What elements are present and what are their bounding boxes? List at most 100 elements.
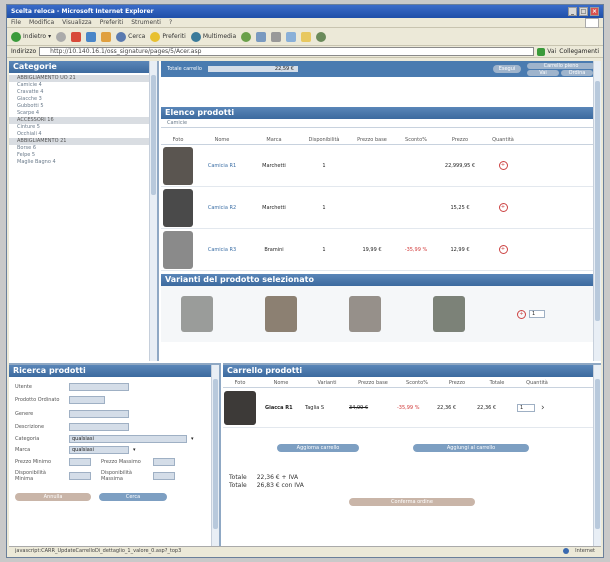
cart-qty-input[interactable]: 1 xyxy=(517,403,535,412)
category-item[interactable]: Cinture 5 xyxy=(9,124,157,131)
favorites-button[interactable]: Preferiti xyxy=(150,31,186,42)
add-quantity-icon[interactable]: + xyxy=(498,245,508,254)
ordered-product-input[interactable] xyxy=(69,396,105,404)
category-select[interactable]: qualsiasi xyxy=(69,434,187,443)
mail-icon[interactable] xyxy=(256,31,267,42)
product-row[interactable]: Camicia R1 Marchetti 1 22,999,95 € + xyxy=(161,145,601,187)
product-quantity-cell: + xyxy=(483,245,523,254)
search-reset-button[interactable]: Annulla xyxy=(15,493,91,501)
full-cart-button[interactable]: Carrello pieno xyxy=(527,62,595,69)
menu-help[interactable]: ? xyxy=(169,19,172,26)
product-column-header[interactable]: Sconto% xyxy=(395,137,437,143)
minimize-button[interactable]: _ xyxy=(568,7,577,16)
links-label[interactable]: Collegamenti xyxy=(559,48,599,55)
category-item[interactable]: Giacche 3 xyxy=(9,96,157,103)
menu-favorites[interactable]: Preferiti xyxy=(100,19,124,26)
folder-icon[interactable] xyxy=(301,31,312,42)
product-row[interactable]: Camicia R3 Bramini 1 19,99 € -35,99 % 12,99 €… xyxy=(161,229,601,271)
add-quantity-icon[interactable]: + xyxy=(498,161,508,170)
product-column-header[interactable]: Quantità xyxy=(483,137,523,143)
user-input[interactable] xyxy=(69,383,129,391)
category-item[interactable]: Borse 6 xyxy=(9,145,157,152)
add-to-cart-button[interactable]: Aggiungi al carrello xyxy=(413,444,529,452)
menu-edit[interactable]: Modifica xyxy=(29,19,54,26)
update-cart-button[interactable]: Aggiorna carrello xyxy=(277,444,359,452)
category-dropdown-icon[interactable]: ▾ xyxy=(191,436,194,442)
menu-file[interactable]: File xyxy=(11,19,21,26)
variant-photo[interactable] xyxy=(181,296,213,332)
star-icon xyxy=(150,31,161,42)
shirt-photo[interactable] xyxy=(163,146,193,185)
avail-min-input[interactable] xyxy=(69,471,91,480)
confirm-order-button[interactable]: Conferma ordine xyxy=(349,498,475,506)
product-column-header[interactable]: Disponibilità xyxy=(299,137,349,143)
add-quantity-icon[interactable]: + xyxy=(517,309,526,319)
category-item[interactable]: ABBIGLIAMENTO 21 xyxy=(9,138,157,145)
product-column-header[interactable]: Nome xyxy=(195,137,249,143)
refresh-icon[interactable] xyxy=(86,31,97,42)
go-cart-button[interactable]: Vai xyxy=(527,69,559,76)
execute-button[interactable]: Esegui xyxy=(493,65,521,73)
avail-max-input[interactable] xyxy=(153,471,175,480)
search-button[interactable]: Cerca xyxy=(116,31,145,42)
variant-qty-input[interactable]: 1 xyxy=(529,310,545,318)
category-item[interactable]: Scarpe 4 xyxy=(9,110,157,117)
search-submit-button[interactable]: Cerca xyxy=(99,493,167,501)
genre-label: Genere xyxy=(15,410,34,417)
menu-view[interactable]: Visualizza xyxy=(62,19,92,26)
product-price: 22,999,95 € xyxy=(444,162,476,169)
category-item[interactable]: Felpe 5 xyxy=(9,152,157,159)
forward-arrow-icon[interactable] xyxy=(56,31,67,42)
cart-column-header: Sconto% xyxy=(406,380,428,386)
stop-icon[interactable] xyxy=(71,31,82,42)
price-max-input[interactable] xyxy=(153,457,175,466)
home-icon[interactable] xyxy=(101,31,112,42)
cart-photo-cell xyxy=(223,390,257,425)
category-item[interactable]: Maglie Bagno 4 xyxy=(9,159,157,166)
back-button[interactable]: Indietro ▾ xyxy=(11,31,51,42)
product-column-header[interactable]: Prezzo xyxy=(437,137,483,143)
shirt-photo[interactable] xyxy=(163,188,193,227)
variant-photo[interactable] xyxy=(433,296,465,332)
category-item[interactable]: ABBIGLIAMENTO UO 21 xyxy=(9,75,157,82)
product-base-price: 19,99 € xyxy=(362,246,382,253)
brand-dropdown-icon[interactable]: ▾ xyxy=(133,447,136,453)
category-item[interactable]: Occhiali 4 xyxy=(9,131,157,138)
go-arrow-icon xyxy=(537,47,546,56)
price-min-input[interactable] xyxy=(69,457,91,466)
genre-input[interactable] xyxy=(69,409,129,418)
category-item[interactable]: Camicie 4 xyxy=(9,82,157,89)
description-input[interactable] xyxy=(69,422,129,431)
total-no-vat: 22,36 € + IVA xyxy=(256,474,299,481)
product-price: 15,25 € xyxy=(450,204,470,211)
cart-remove-icon[interactable]: › xyxy=(541,403,545,413)
close-button[interactable]: × xyxy=(590,7,599,16)
category-item[interactable]: Cravatte 4 xyxy=(9,89,157,96)
search-scrollbar[interactable] xyxy=(211,365,219,547)
shirt-photo[interactable] xyxy=(163,230,193,269)
messenger-icon[interactable] xyxy=(316,31,327,42)
category-item[interactable]: Gubbotti 5 xyxy=(9,103,157,110)
product-column-header[interactable]: Marca xyxy=(249,137,299,143)
menu-tools[interactable]: Strumenti xyxy=(131,19,161,26)
cart-scrollbar[interactable] xyxy=(593,365,601,547)
address-input[interactable]: http://10.140.16.1/oss_signature/pages/5… xyxy=(39,47,535,56)
total-label-vat: Totale xyxy=(229,482,247,489)
variant-photo[interactable] xyxy=(265,296,297,332)
product-column-header[interactable]: Foto xyxy=(161,137,195,143)
print-icon[interactable] xyxy=(271,31,282,42)
main-scrollbar[interactable] xyxy=(593,61,601,361)
categories-scrollbar[interactable] xyxy=(149,61,157,361)
edit-icon[interactable] xyxy=(286,31,297,42)
category-item[interactable]: ACCESSORI 16 xyxy=(9,117,157,124)
add-quantity-icon[interactable]: + xyxy=(498,203,508,212)
multimedia-button[interactable]: Multimedia xyxy=(190,31,236,42)
product-column-header[interactable]: Prezzo base xyxy=(349,137,395,143)
history-icon[interactable] xyxy=(241,31,252,42)
go-button[interactable]: Vai xyxy=(537,47,556,56)
variant-photo[interactable] xyxy=(349,296,381,332)
order-button[interactable]: Ordina xyxy=(561,69,593,76)
maximize-button[interactable]: □ xyxy=(579,7,588,16)
brand-select[interactable]: qualsiasi xyxy=(69,445,129,454)
product-row[interactable]: Camicia R2 Marchetti 1 15,25 € + xyxy=(161,187,601,229)
